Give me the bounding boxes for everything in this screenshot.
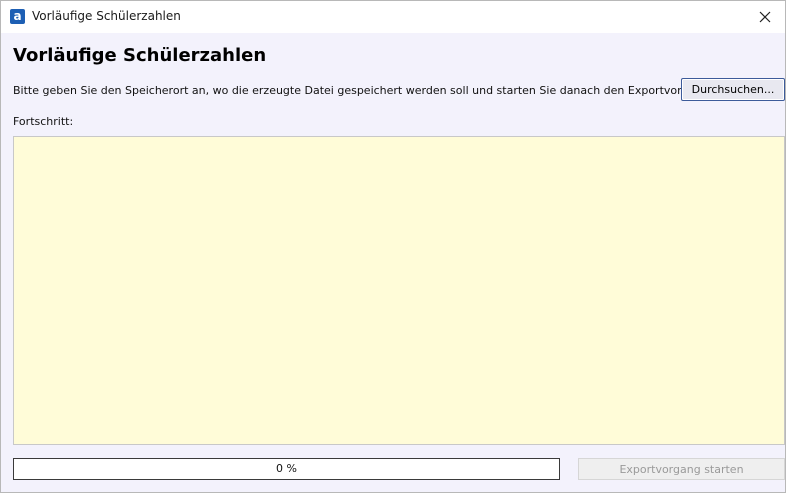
progress-percent-text: 0 % — [276, 462, 297, 475]
close-button[interactable] — [745, 1, 785, 33]
close-icon — [759, 11, 771, 23]
window-title: Vorläufige Schülerzahlen — [32, 9, 181, 23]
instruction-text: Bitte geben Sie den Speicherort an, wo d… — [13, 84, 713, 97]
export-progress-bar: 0 % — [13, 458, 560, 480]
export-dialog-window: a Vorläufige Schülerzahlen Vorläufige Sc… — [0, 0, 786, 493]
title-bar[interactable]: a Vorläufige Schülerzahlen — [1, 1, 785, 33]
app-logo-icon: a — [10, 9, 25, 24]
browse-button[interactable]: Durchsuchen... — [681, 78, 785, 101]
start-export-button[interactable]: Exportvorgang starten — [578, 458, 785, 480]
page-title: Vorläufige Schülerzahlen — [13, 45, 267, 66]
progress-log-area[interactable] — [13, 136, 785, 445]
dialog-content: Vorläufige Schülerzahlen Bitte geben Sie… — [1, 33, 785, 492]
progress-label: Fortschritt: — [13, 115, 74, 128]
